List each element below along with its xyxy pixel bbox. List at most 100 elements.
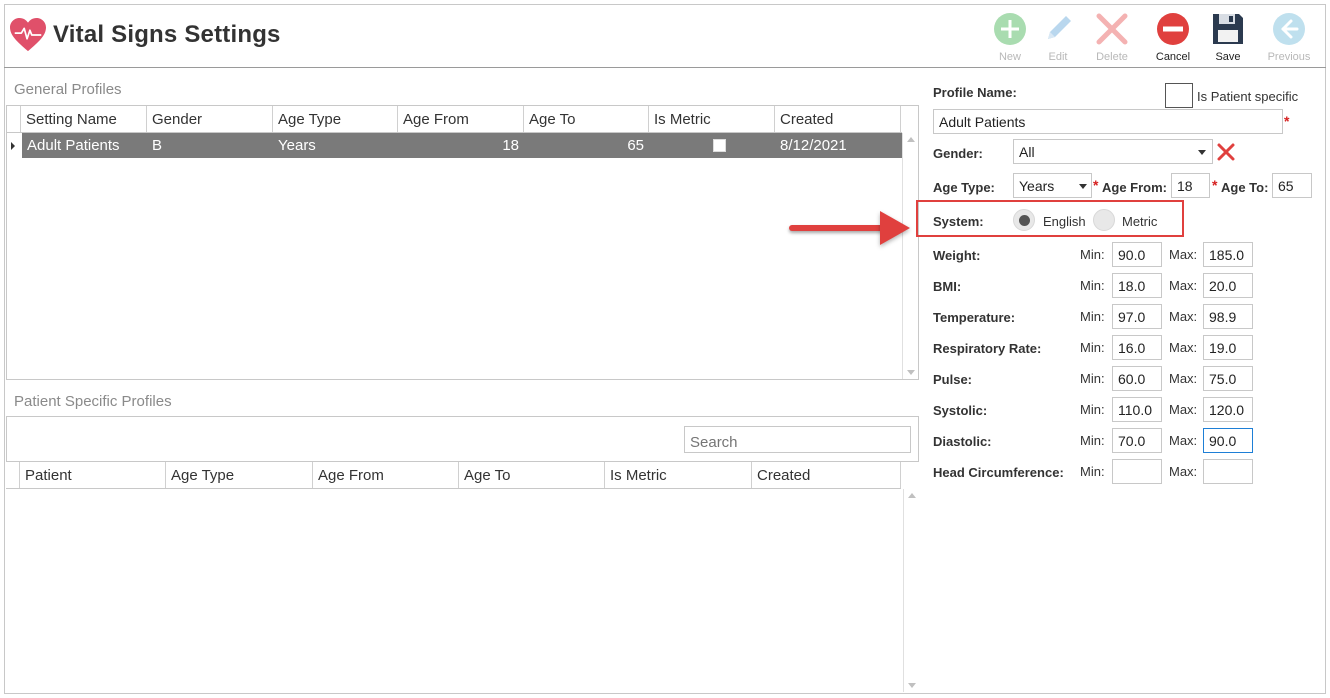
min-input[interactable]: 90.0	[1112, 242, 1162, 267]
max-label: Max:	[1169, 402, 1198, 417]
delete-button[interactable]: Delete	[1087, 11, 1137, 67]
cancel-button[interactable]: Cancel	[1148, 11, 1198, 67]
scroll-up-icon[interactable]	[908, 493, 916, 498]
column-header-age-type[interactable]: Age Type	[166, 462, 313, 488]
min-input[interactable]: 18.0	[1112, 273, 1162, 298]
min-input[interactable]: 16.0	[1112, 335, 1162, 360]
scroll-up-icon[interactable]	[907, 137, 915, 142]
delete-label: Delete	[1096, 51, 1128, 63]
scroll-down-icon[interactable]	[907, 370, 915, 375]
column-header-created[interactable]: Created	[752, 462, 901, 488]
gender-select[interactable]: All	[1013, 139, 1213, 164]
column-header-age-from[interactable]: Age From	[398, 106, 524, 132]
column-header-is-metric[interactable]: Is Metric	[605, 462, 752, 488]
dropdown-caret-icon	[1198, 150, 1206, 155]
row-header-spacer	[7, 106, 21, 132]
scroll-down-icon[interactable]	[908, 683, 916, 688]
arrow-left-icon	[1273, 13, 1305, 45]
cell-age-to: 65	[627, 137, 644, 154]
column-header-age-from[interactable]: Age From	[313, 462, 459, 488]
max-input[interactable]: 120.0	[1203, 397, 1253, 422]
min-label: Min:	[1080, 340, 1105, 355]
search-input[interactable]	[684, 426, 911, 453]
profile-name-input[interactable]: Adult Patients	[933, 109, 1283, 134]
max-input[interactable]: 98.9	[1203, 304, 1253, 329]
max-label: Max:	[1169, 278, 1198, 293]
x-icon	[1096, 13, 1128, 45]
column-header-patient[interactable]: Patient	[20, 462, 166, 488]
max-input[interactable]: 90.0	[1203, 428, 1253, 453]
column-header-created[interactable]: Created	[775, 106, 901, 132]
min-input[interactable]: 110.0	[1112, 397, 1162, 422]
floppy-disk-icon	[1213, 14, 1243, 44]
table-row[interactable]: Adult Patients B Years 18 65 8/12/2021	[22, 133, 902, 158]
patient-grid-header: Patient Age Type Age From Age To Is Metr…	[6, 462, 901, 489]
max-input[interactable]: 75.0	[1203, 366, 1253, 391]
min-input[interactable]: 70.0	[1112, 428, 1162, 453]
age-from-input[interactable]: 18	[1171, 173, 1210, 198]
cell-is-metric	[649, 133, 775, 158]
min-input[interactable]	[1112, 459, 1162, 484]
min-input[interactable]: 60.0	[1112, 366, 1162, 391]
edit-button[interactable]: Edit	[1033, 11, 1083, 67]
column-header-age-to[interactable]: Age To	[459, 462, 605, 488]
max-label: Max:	[1169, 371, 1198, 386]
cancel-label: Cancel	[1155, 51, 1191, 63]
dropdown-caret-icon	[1079, 184, 1087, 189]
min-label: Min:	[1080, 402, 1105, 417]
cell-age-type: Years	[278, 137, 316, 154]
cell-created: 8/12/2021	[780, 137, 847, 154]
column-header-setting-name[interactable]: Setting Name	[21, 106, 147, 132]
column-header-age-type[interactable]: Age Type	[273, 106, 398, 132]
cell-age-from: 18	[502, 137, 519, 154]
edit-label: Edit	[1048, 51, 1068, 63]
age-type-select[interactable]: Years	[1013, 173, 1092, 198]
plus-icon	[994, 13, 1026, 45]
row-header-spacer	[6, 462, 20, 488]
min-label: Min:	[1080, 247, 1105, 262]
general-profiles-title: General Profiles	[14, 81, 122, 98]
vital-label: Diastolic:	[933, 434, 992, 449]
vital-label: Head Circumference:	[933, 465, 1064, 480]
max-label: Max:	[1169, 340, 1198, 355]
save-label: Save	[1215, 51, 1241, 63]
is-patient-specific-label: Is Patient specific	[1197, 89, 1299, 104]
heart-pulse-icon	[10, 17, 46, 52]
max-input[interactable]: 20.0	[1203, 273, 1253, 298]
vertical-scrollbar[interactable]	[903, 489, 919, 692]
save-button[interactable]: Save	[1203, 11, 1253, 67]
pencil-icon	[1048, 16, 1071, 39]
column-header-age-to[interactable]: Age To	[524, 106, 649, 132]
max-label: Max:	[1169, 247, 1198, 262]
minus-circle-icon	[1157, 13, 1189, 45]
callout-arrow-shaft	[789, 225, 889, 231]
age-from-label: Age From:	[1102, 180, 1167, 195]
current-row-indicator	[11, 142, 15, 150]
min-input[interactable]: 97.0	[1112, 304, 1162, 329]
previous-button[interactable]: Previous	[1264, 11, 1314, 67]
page-title: Vital Signs Settings	[53, 21, 281, 48]
vertical-scrollbar[interactable]	[902, 133, 918, 379]
new-button[interactable]: New	[985, 11, 1035, 67]
max-label: Max:	[1169, 464, 1198, 479]
column-header-is-metric[interactable]: Is Metric	[649, 106, 775, 132]
is-metric-checkbox[interactable]	[713, 139, 726, 152]
max-input[interactable]: 19.0	[1203, 335, 1253, 360]
column-header-gender[interactable]: Gender	[147, 106, 273, 132]
max-input[interactable]: 185.0	[1203, 242, 1253, 267]
min-label: Min:	[1080, 433, 1105, 448]
max-label: Max:	[1169, 433, 1198, 448]
new-label: New	[998, 51, 1021, 63]
max-input[interactable]	[1203, 459, 1253, 484]
cell-gender: B	[152, 137, 163, 154]
profile-name-label: Profile Name:	[933, 85, 1017, 100]
age-to-input[interactable]: 65	[1272, 173, 1312, 198]
is-patient-specific-checkbox[interactable]	[1165, 83, 1193, 108]
age-to-label: Age To:	[1221, 180, 1269, 195]
vital-label: Weight:	[933, 248, 981, 263]
clear-x-icon[interactable]	[1216, 142, 1236, 162]
vital-label: Temperature:	[933, 310, 1016, 325]
min-label: Min:	[1080, 464, 1105, 479]
callout-arrow-head-icon	[880, 211, 910, 245]
header-divider	[4, 67, 1326, 68]
